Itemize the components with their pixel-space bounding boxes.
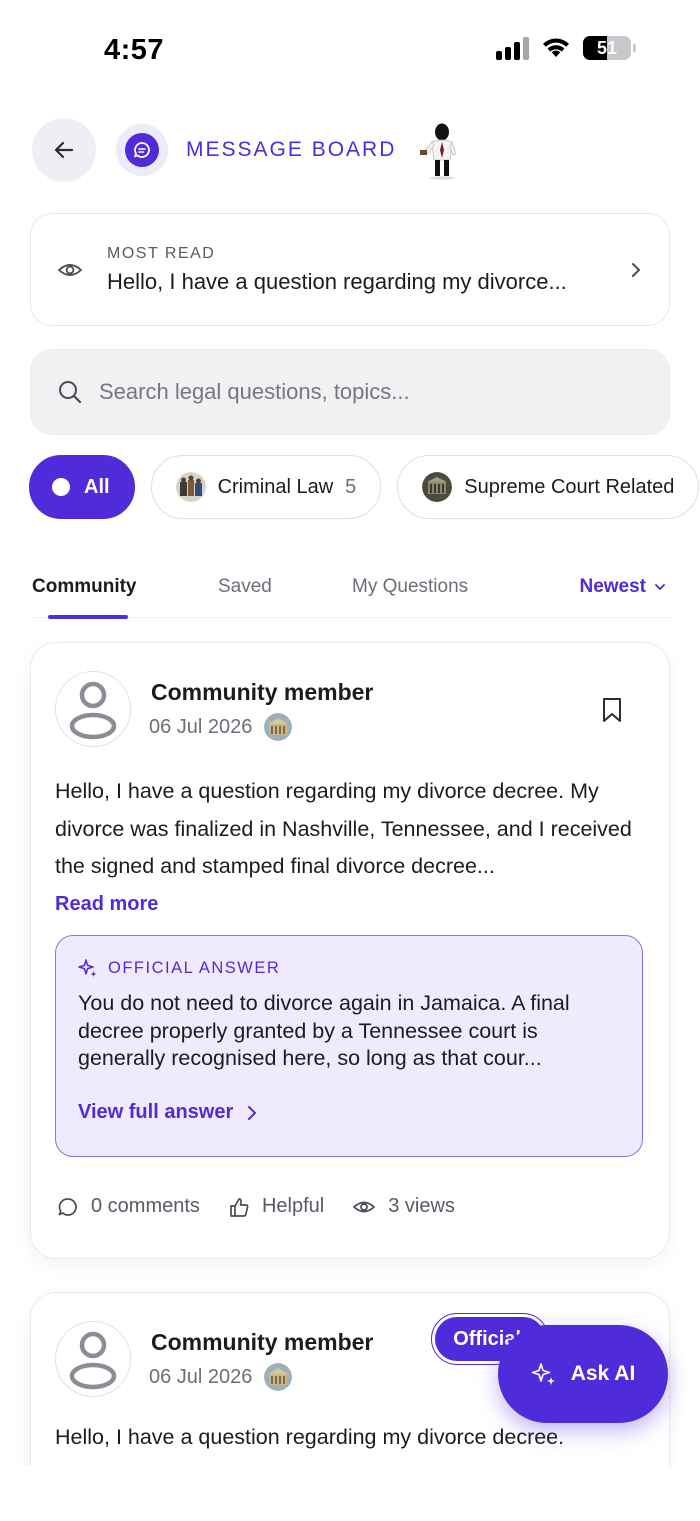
chip-supreme-court-related[interactable]: Supreme Court Related bbox=[397, 455, 700, 519]
category-thumbnail-icon bbox=[264, 1363, 293, 1391]
view-full-answer-link[interactable]: View full answer bbox=[78, 1101, 257, 1124]
page-title: MESSAGE BOARD bbox=[186, 138, 397, 161]
user-icon bbox=[69, 681, 117, 740]
message-board-icon-wrap bbox=[116, 124, 168, 176]
ask-ai-label: Ask AI bbox=[570, 1362, 636, 1385]
post-date: 06 Jul 2026 bbox=[149, 1365, 253, 1388]
criminal-law-thumbnail-icon bbox=[175, 472, 206, 502]
status-time: 4:57 bbox=[104, 34, 165, 66]
avatar bbox=[55, 1321, 131, 1397]
avatar bbox=[55, 671, 131, 747]
comment-icon bbox=[58, 1197, 77, 1216]
sort-label: Newest bbox=[579, 576, 646, 597]
post-body: Hello, I have a question regarding my di… bbox=[55, 1425, 565, 1449]
search-icon bbox=[59, 381, 82, 404]
chat-bubble-icon bbox=[125, 133, 159, 167]
battery-percent: 51 bbox=[596, 37, 618, 58]
status-icons: 51 bbox=[496, 36, 636, 60]
sparkle-icon bbox=[78, 959, 97, 977]
most-read-label: MOST READ bbox=[107, 244, 216, 262]
post-meta: 06 Jul 2026 bbox=[149, 713, 293, 741]
cellular-signal-icon bbox=[496, 36, 529, 60]
helpful-button[interactable]: Helpful bbox=[228, 1195, 324, 1218]
back-button[interactable] bbox=[32, 118, 96, 182]
eye-icon bbox=[352, 1201, 376, 1212]
category-chips: All Criminal Law 5 Supreme Court Related bbox=[29, 455, 700, 519]
chevron-down-icon bbox=[655, 584, 665, 590]
feed-tabs: Community Saved My Questions Newest bbox=[30, 560, 670, 619]
chip-count: 5 bbox=[345, 475, 357, 498]
tab-saved[interactable]: Saved bbox=[218, 576, 272, 598]
user-icon bbox=[69, 1331, 117, 1390]
official-answer-text: You do not need to divorce again in Jama… bbox=[78, 991, 570, 1070]
ask-ai-button[interactable]: Ask AI bbox=[498, 1325, 668, 1423]
eye-icon bbox=[57, 263, 83, 276]
status-bar: 4:57 51 bbox=[0, 0, 700, 100]
post-author: Community member bbox=[151, 1329, 374, 1355]
category-thumbnail-icon bbox=[264, 713, 293, 741]
arrow-left-icon bbox=[54, 141, 74, 159]
sort-dropdown[interactable]: Newest bbox=[579, 576, 666, 598]
search-input[interactable] bbox=[99, 379, 619, 405]
views-stat: 3 views bbox=[352, 1195, 455, 1218]
wifi-icon bbox=[543, 38, 569, 57]
search-bar bbox=[30, 349, 670, 435]
tab-my-questions[interactable]: My Questions bbox=[352, 576, 468, 598]
most-read-card[interactable]: MOST READ Hello, I have a question regar… bbox=[30, 213, 670, 326]
post-author: Community member bbox=[151, 679, 374, 705]
sparkle-icon bbox=[531, 1363, 555, 1385]
chip-criminal-law[interactable]: Criminal Law 5 bbox=[150, 455, 382, 519]
read-more-link[interactable]: Read more bbox=[55, 893, 158, 916]
lawyer-mascot-icon bbox=[420, 123, 457, 180]
chevron-right-icon bbox=[632, 262, 640, 277]
chip-label: All bbox=[84, 475, 110, 498]
active-dot-icon bbox=[52, 478, 70, 496]
post-body: Hello, I have a question regarding my di… bbox=[55, 779, 632, 878]
official-answer-box[interactable]: OFFICIAL ANSWER You do not need to divor… bbox=[55, 935, 643, 1157]
views-count: 3 views bbox=[388, 1195, 455, 1217]
supreme-court-thumbnail-icon bbox=[422, 472, 453, 502]
thumbs-up-icon bbox=[230, 1197, 249, 1217]
chip-all[interactable]: All bbox=[29, 455, 135, 519]
helpful-label: Helpful bbox=[261, 1195, 325, 1217]
bookmark-icon[interactable] bbox=[601, 697, 623, 723]
comments-button[interactable]: 0 comments bbox=[57, 1195, 200, 1218]
header: MESSAGE BOARD bbox=[32, 118, 670, 182]
post-card[interactable]: Community member 06 Jul 2026 Hello, I ha… bbox=[30, 642, 670, 1259]
bottom-safe-area bbox=[0, 1466, 700, 1521]
post-stats: 0 comments Helpful 3 views bbox=[57, 1195, 455, 1218]
battery-icon: 51 bbox=[583, 36, 631, 60]
tab-community[interactable]: Community bbox=[32, 576, 137, 598]
view-full-answer-label: View full answer bbox=[78, 1101, 234, 1123]
active-tab-indicator bbox=[48, 615, 128, 619]
battery-tip bbox=[633, 44, 636, 52]
official-answer-label: OFFICIAL ANSWER bbox=[108, 958, 281, 977]
post-date: 06 Jul 2026 bbox=[149, 715, 253, 738]
most-read-title: Hello, I have a question regarding my di… bbox=[107, 268, 567, 294]
comments-count: 0 comments bbox=[91, 1195, 200, 1217]
chip-label: Criminal Law bbox=[217, 475, 334, 498]
chip-label: Supreme Court Related bbox=[464, 475, 675, 498]
post-meta: 06 Jul 2026 bbox=[149, 1363, 293, 1391]
chevron-right-icon bbox=[248, 1105, 257, 1120]
